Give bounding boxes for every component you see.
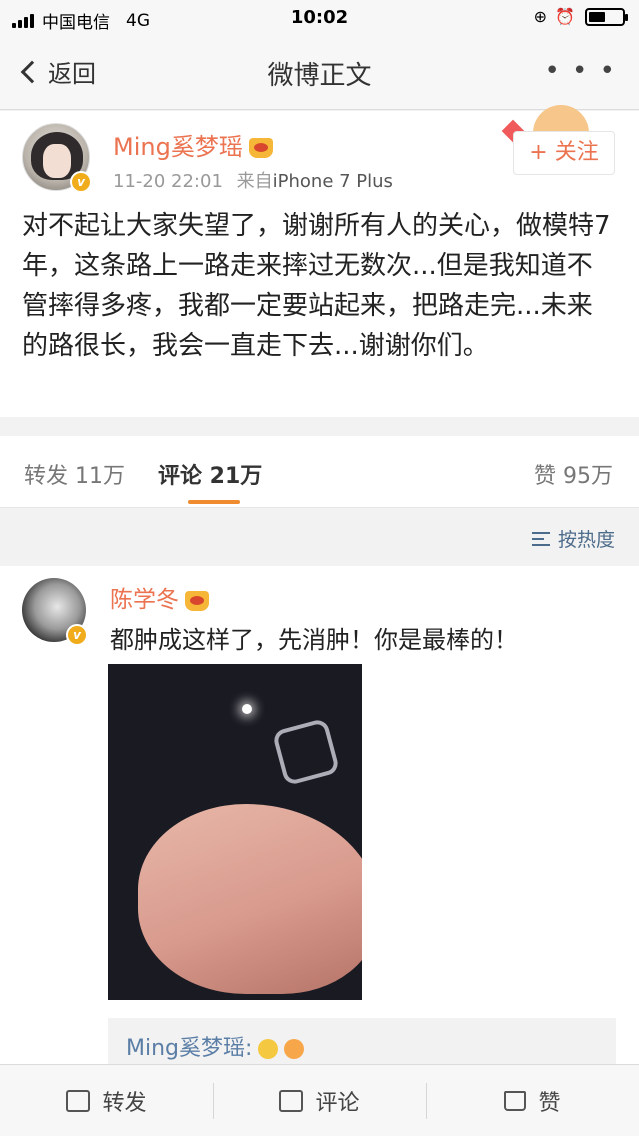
more-button[interactable]: • • • — [544, 56, 617, 86]
nav-bar: 返回 微博正文 • • • — [0, 36, 639, 110]
battery-fill — [589, 11, 605, 22]
tab-like[interactable]: 赞 95万 — [534, 458, 613, 490]
comment-icon — [279, 1090, 304, 1112]
comment-button[interactable]: 评论 — [213, 1065, 426, 1136]
comment-photo[interactable] — [108, 664, 362, 1000]
comment-text: 都肿成这样了，先消肿！你是最棒的！ — [110, 626, 518, 654]
thumbs-up-icon — [504, 1091, 527, 1111]
comment-label: 评论 — [315, 1091, 360, 1116]
comment-item: v 陈学冬 都肿成这样了，先消肿！你是最棒的！ Ming奚梦瑶: — [0, 566, 639, 1066]
post-text: 对不起让大家失望了，谢谢所有人的关心，做模特7年，这条路上一路走来摔过无数次..… — [22, 211, 611, 361]
repost-label: 转发 — [102, 1091, 147, 1116]
stats-tabs: 转发 11万 评论 21万 赞 95万 — [0, 436, 639, 508]
status-right: ⊕ ⏰ — [526, 7, 628, 26]
status-bar: 中国电信 4G 10:02 ⊕ ⏰ — [0, 0, 639, 36]
alarm-icon: ⏰ — [555, 7, 575, 26]
tab-comment[interactable]: 评论 21万 — [158, 458, 262, 490]
repost-button[interactable]: 转发 — [0, 1065, 213, 1136]
post-source-prefix: 来自 — [236, 171, 273, 192]
vip-crown-icon — [248, 138, 273, 158]
post-time: 11-20 22:01 — [113, 171, 223, 192]
reply-username: Ming奚梦瑶: — [126, 1030, 305, 1062]
weibo-post: v Ming奚梦瑶 11-20 22:01 来自iPhone 7 Plus + … — [0, 105, 639, 417]
photo-logo-mark — [271, 717, 341, 787]
reply-username-text: Ming奚梦瑶: — [126, 1036, 253, 1061]
sort-icon — [531, 531, 550, 546]
reply-preview[interactable]: Ming奚梦瑶: — [108, 1018, 616, 1066]
emoji-icon — [258, 1039, 279, 1059]
post-meta: 11-20 22:01 来自iPhone 7 Plus — [113, 167, 393, 193]
photo-foot — [138, 804, 362, 994]
sort-label: 按热度 — [557, 529, 615, 551]
comment-username[interactable]: 陈学冬 — [110, 580, 209, 614]
active-tab-underline — [188, 500, 240, 504]
like-label: 赞 — [538, 1091, 561, 1116]
like-button[interactable]: 赞 — [426, 1065, 639, 1136]
repost-icon — [66, 1090, 91, 1112]
rotation-lock-icon: ⊕ — [533, 7, 548, 26]
vip-crown-icon — [185, 590, 209, 611]
tab-repost[interactable]: 转发 11万 — [24, 458, 125, 490]
verified-badge-icon: v — [66, 624, 88, 646]
battery-icon — [585, 7, 628, 26]
post-source: iPhone 7 Plus — [272, 171, 393, 192]
sort-bar: 按热度 — [0, 508, 639, 566]
sort-by-hot-button[interactable]: 按热度 — [531, 525, 615, 552]
emoji-icon — [284, 1039, 305, 1059]
photo-light — [242, 704, 252, 714]
bottom-toolbar: 转发 评论 赞 — [0, 1064, 639, 1136]
avatar-face — [43, 144, 71, 178]
post-username[interactable]: Ming奚梦瑶 — [113, 127, 273, 162]
post-username-text: Ming奚梦瑶 — [113, 133, 243, 161]
page-title: 微博正文 — [267, 61, 372, 91]
comment-username-text: 陈学冬 — [110, 587, 179, 613]
verified-badge-icon: v — [70, 171, 92, 193]
follow-button[interactable]: + 关注 — [513, 131, 615, 175]
